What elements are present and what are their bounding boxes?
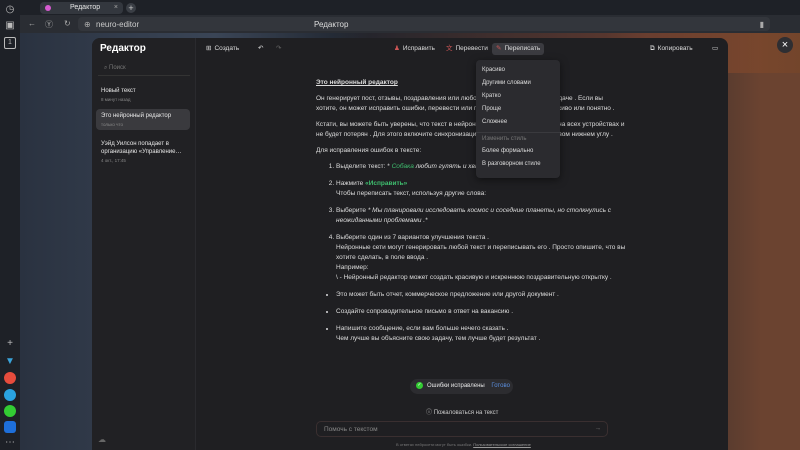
rewrite-button[interactable]: ✎ Переписать bbox=[492, 43, 545, 55]
search-input[interactable]: ⌕ Поиск bbox=[98, 60, 190, 76]
list-item: Создайте сопроводительное письмо в ответ… bbox=[336, 307, 626, 317]
whatsapp-icon[interactable] bbox=[4, 405, 16, 417]
close-button[interactable]: × bbox=[777, 37, 793, 53]
collections-icon[interactable]: ▣ bbox=[4, 20, 16, 32]
address-bar-area: ← Ⓨ ↻ ⊕ neuro-editor Редактор ▮ bbox=[20, 15, 800, 33]
tab-bar: Редактор × + bbox=[20, 0, 800, 15]
undo-button[interactable]: ↶ bbox=[254, 43, 267, 55]
document-item[interactable]: Уэйд Уилсон попадает в организацию «Упра… bbox=[96, 137, 190, 166]
yandex-icon[interactable]: Ⓨ bbox=[45, 19, 53, 30]
add-icon[interactable]: + bbox=[4, 338, 16, 350]
logo: Редактор bbox=[100, 43, 146, 54]
fix-icon: ♟ bbox=[394, 45, 400, 52]
document-item-selected[interactable]: Это нейронный редактор только что bbox=[96, 109, 190, 130]
menu-section-header: Изменить стиль bbox=[476, 132, 560, 145]
menu-item-other-words[interactable]: Другими словами bbox=[476, 77, 560, 90]
paragraph: Он генерирует пост, отзывы, поздравления… bbox=[316, 95, 615, 112]
bookmark-icon[interactable]: ▮ bbox=[760, 20, 764, 29]
new-tab-button[interactable]: + bbox=[126, 3, 136, 13]
menu-item-formal[interactable]: Более формально bbox=[476, 145, 560, 158]
report-link[interactable]: ⓘ Пожаловаться на текст bbox=[426, 407, 498, 416]
close-tab-icon[interactable]: × bbox=[114, 2, 118, 14]
list-item: Выберите * Мы планировали исследовать ко… bbox=[336, 206, 626, 226]
browser-sidebar: ◷ ▣ 1 + ▼ ⋯ bbox=[0, 0, 20, 450]
redo-button[interactable]: ↷ bbox=[272, 43, 285, 55]
history-icon[interactable]: ◷ bbox=[4, 4, 16, 16]
tabs-count-icon[interactable]: 1 bbox=[4, 37, 16, 49]
sync-cloud-icon[interactable]: ☁ bbox=[98, 435, 106, 444]
maps-icon[interactable] bbox=[4, 372, 16, 384]
site-icon: ⊕ bbox=[84, 20, 91, 29]
prompt-input[interactable]: Помочь с текстом → bbox=[316, 421, 608, 437]
paragraph: Кстати, вы можете быть уверены, что текс… bbox=[316, 121, 625, 138]
fix-button[interactable]: ♟ Исправить bbox=[390, 43, 439, 55]
favicon-icon bbox=[45, 5, 51, 11]
address-field[interactable]: ⊕ neuro-editor Редактор ▮ bbox=[78, 17, 770, 31]
copy-icon: ⧉ bbox=[650, 45, 655, 52]
panel-toggle-icon[interactable]: ▭ bbox=[708, 43, 722, 55]
create-button[interactable]: ⊞ Создать bbox=[202, 43, 243, 55]
bullets-list: Это может быть отчет, коммерческое предл… bbox=[316, 290, 626, 344]
menu-item-casual[interactable]: В разговорном стиле bbox=[476, 158, 560, 171]
more-icon[interactable]: ⋯ bbox=[4, 437, 16, 449]
rewrite-icon: ✎ bbox=[496, 45, 502, 52]
disclaimer: В ответах нейросети могут быть ошибки. П… bbox=[396, 442, 531, 447]
warning-icon: ⓘ bbox=[426, 410, 433, 416]
menu-item-beautiful[interactable]: Красиво bbox=[476, 64, 560, 77]
document-item[interactable]: Новый текст 8 минут назад bbox=[96, 84, 190, 105]
editor-dialog: Редактор ⌕ Поиск Новый текст 8 минут наза… bbox=[92, 38, 728, 450]
menu-item-simpler[interactable]: Проще bbox=[476, 103, 560, 116]
steps-list: Выделите текст: * Собака любит гулять и … bbox=[316, 162, 626, 283]
reload-icon[interactable]: ↻ bbox=[64, 19, 71, 28]
document-body[interactable]: Это нейронный редактор Он генерирует пос… bbox=[316, 78, 626, 351]
create-icon: ⊞ bbox=[206, 45, 212, 52]
menu-item-short[interactable]: Кратко bbox=[476, 90, 560, 103]
documents-sidebar: Редактор ⌕ Поиск Новый текст 8 минут наза… bbox=[92, 38, 196, 450]
translate-icon: 文 bbox=[446, 45, 453, 52]
rewrite-dropdown: Красиво Другими словами Кратко Проще Сло… bbox=[476, 60, 560, 178]
app-icon[interactable] bbox=[4, 421, 16, 433]
translate-button[interactable]: 文 Перевести bbox=[442, 43, 492, 55]
status-toast: ✓ Ошибки исправлены Готово bbox=[410, 379, 513, 394]
list-item: Напишите сообщение, если вам больше нече… bbox=[336, 324, 626, 344]
list-item: Нажмите «Исправить»Чтобы переписать текс… bbox=[336, 179, 626, 199]
browser-tab[interactable]: Редактор × bbox=[40, 2, 123, 14]
telegram-icon[interactable] bbox=[4, 389, 16, 401]
send-arrow-icon[interactable]: → bbox=[595, 425, 602, 432]
list-item: Это может быть отчет, коммерческое предл… bbox=[336, 290, 626, 300]
doc-title: Это нейронный редактор bbox=[316, 79, 398, 86]
app-icon[interactable]: ▼ bbox=[4, 356, 16, 368]
paragraph: Для исправления ошибок в тексте: bbox=[316, 147, 422, 154]
terms-link[interactable]: Пользовательское соглашение bbox=[473, 442, 531, 447]
menu-item-complex[interactable]: Сложнее bbox=[476, 116, 560, 129]
copy-button[interactable]: ⧉ Копировать bbox=[646, 43, 697, 55]
done-button[interactable]: Готово bbox=[491, 383, 510, 389]
list-item: Выберите один из 7 вариантов улучшения т… bbox=[336, 233, 626, 283]
check-icon: ✓ bbox=[416, 381, 423, 389]
back-icon[interactable]: ← bbox=[28, 19, 36, 28]
